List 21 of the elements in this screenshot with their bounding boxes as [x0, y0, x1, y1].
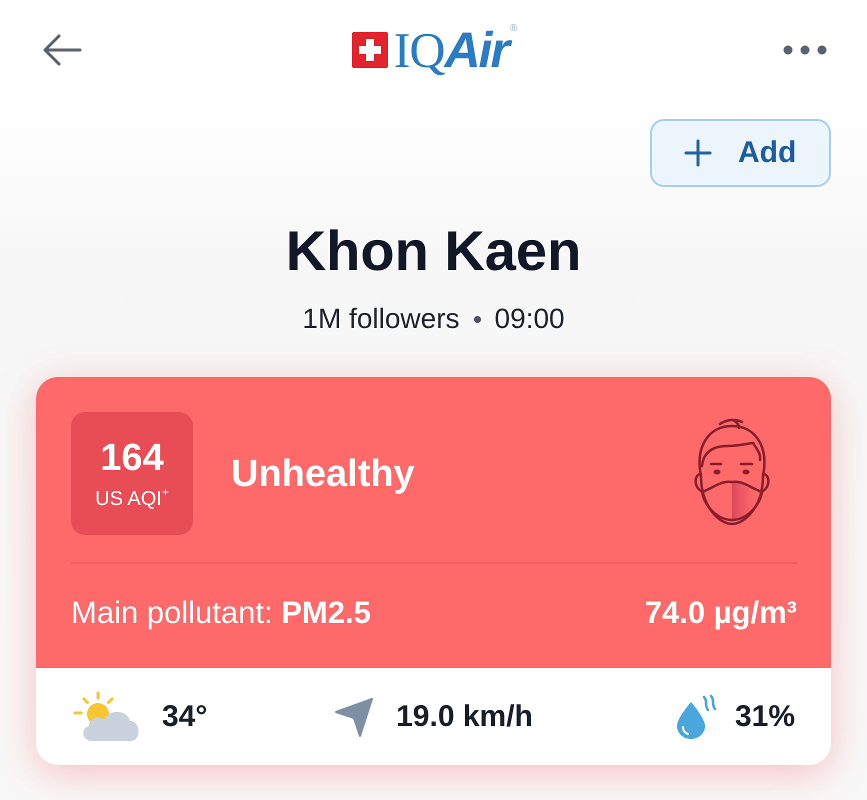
update-time: 09:00 — [494, 302, 565, 336]
city-name: Khon Kaen — [286, 219, 582, 283]
weather-value: 34° — [162, 698, 208, 734]
pollutant-concentration: 74.0 µg/m³ — [644, 594, 797, 632]
weather-value: 19.0 km/h — [396, 698, 533, 734]
navigation-arrow-icon — [334, 696, 374, 738]
swiss-flag-icon — [352, 32, 388, 68]
plus-icon — [684, 139, 712, 167]
separator-dot-icon — [474, 316, 481, 322]
logo-text: IQAir® — [394, 22, 518, 78]
followers-count: 1M followers — [302, 302, 460, 336]
back-arrow-icon — [42, 34, 82, 66]
more-button[interactable] — [783, 45, 827, 55]
back-button[interactable] — [42, 34, 82, 66]
weather-value: 31% — [734, 698, 795, 734]
main-pollutant-text: Main pollutant: PM2.5 — [71, 594, 371, 632]
add-button[interactable]: Add — [650, 119, 831, 187]
aqi-unit: US AQI$^{+}$ — [95, 486, 169, 510]
aqi-value: 164 — [100, 436, 164, 478]
more-icon — [783, 45, 827, 55]
aqi-status: Unhealthy — [231, 452, 415, 496]
